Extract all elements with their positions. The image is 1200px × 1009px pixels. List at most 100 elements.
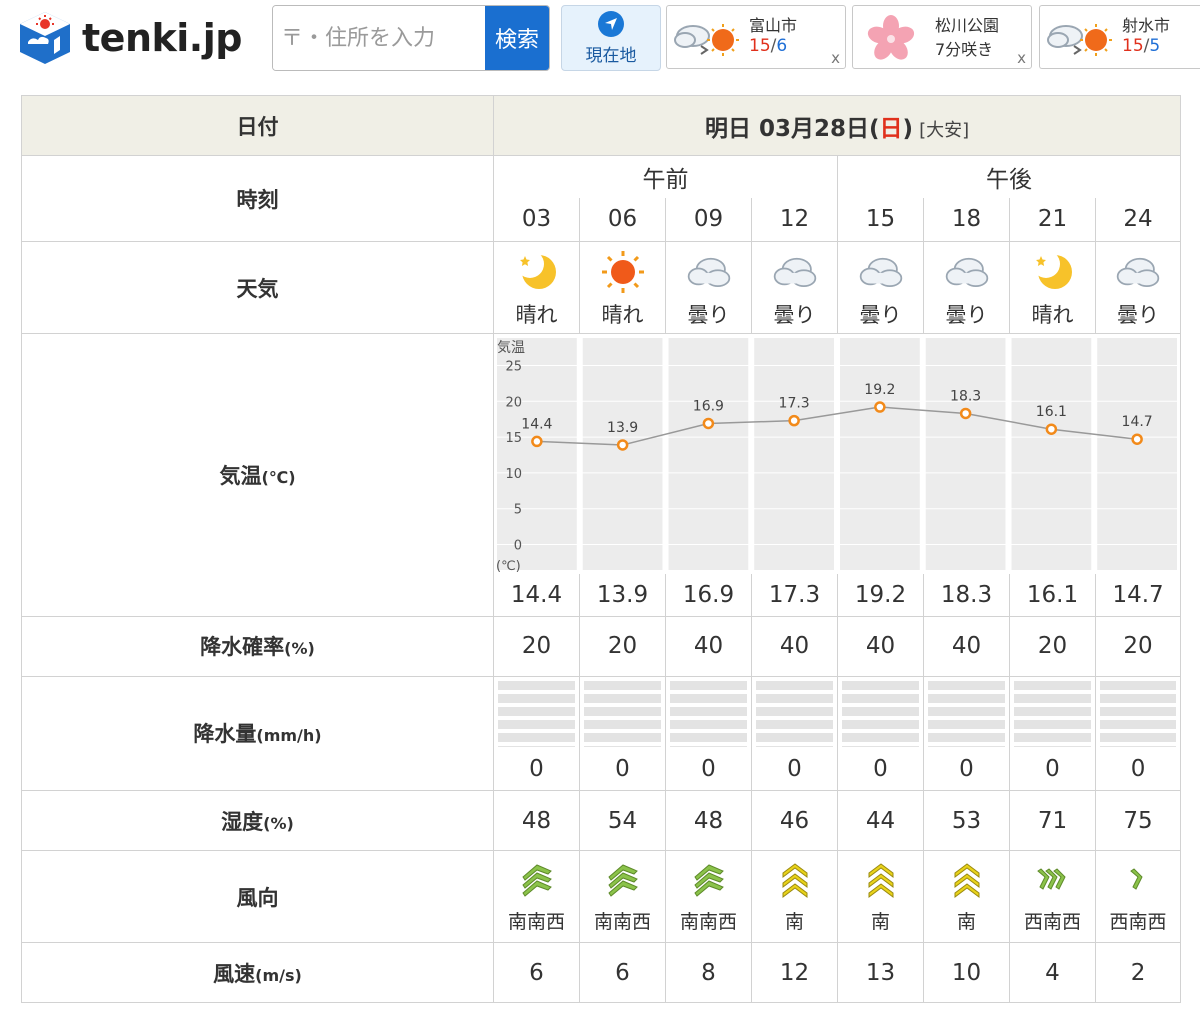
temp-value: 17.3 bbox=[751, 574, 838, 617]
hour-cell: 24 bbox=[1094, 197, 1182, 242]
wind-ssw-icon bbox=[607, 864, 638, 897]
site-logo[interactable]: tenki.jp bbox=[16, 10, 242, 66]
wind-dir-header: 風向 bbox=[21, 850, 494, 943]
temp-value: 16.1 bbox=[1009, 574, 1096, 617]
chart-y-tick-label: 10 bbox=[505, 467, 522, 482]
date-prefix: 明日 03月28日( bbox=[705, 115, 880, 142]
chart-column-bg bbox=[1097, 338, 1177, 570]
humidity-value: 71 bbox=[1009, 790, 1096, 851]
precip-prob-value: 20 bbox=[493, 615, 580, 677]
precip-amount-value: 0 bbox=[665, 748, 752, 791]
cloud-icon bbox=[945, 257, 988, 287]
hour-cell: 21 bbox=[1009, 197, 1096, 242]
precip-bar-cell bbox=[837, 675, 924, 749]
precip-amount-value: 0 bbox=[493, 748, 580, 791]
weather-cell: 晴れ bbox=[493, 241, 580, 334]
history-close-button[interactable]: x bbox=[1017, 49, 1026, 67]
chart-y-tick-label: 25 bbox=[505, 359, 522, 374]
precip-amount-unit: (mm/h) bbox=[256, 726, 322, 746]
humidity-value: 44 bbox=[837, 790, 924, 851]
precip-prob-row: 降水確率(%) 20 20 40 40 40 40 20 20 bbox=[21, 615, 1182, 677]
sun-icon bbox=[601, 250, 644, 293]
history-name: 射水市 bbox=[1122, 16, 1171, 35]
weather-text: 晴れ bbox=[601, 302, 644, 327]
chart-unit-label: (℃) bbox=[496, 559, 521, 574]
moon-icon bbox=[1031, 249, 1072, 289]
history-close-button[interactable]: x bbox=[831, 49, 840, 67]
precip-prob-label: 降水確率 bbox=[200, 635, 285, 659]
wind-speed-value: 10 bbox=[923, 942, 1010, 1003]
wind-dir-text: 南 bbox=[784, 911, 804, 933]
chart-data-point bbox=[702, 417, 715, 430]
hour-cell: 12 bbox=[751, 197, 838, 242]
humidity-header: 湿度(%) bbox=[21, 790, 494, 851]
wind-speed-value: 6 bbox=[579, 942, 666, 1003]
temperature-line-chart: 気温 25 20 15 10 5 0 (℃) 14.4 13.9 16.9 17.3 19.2 18.3 1… bbox=[494, 338, 1180, 574]
temp-header: 気温(℃) bbox=[21, 333, 494, 617]
wind-speed-value: 8 bbox=[665, 942, 752, 1003]
wind-s-icon bbox=[782, 863, 807, 898]
precip-prob-unit: (%) bbox=[284, 639, 315, 658]
history-card-toyama[interactable]: 富山市 15/6 x bbox=[666, 5, 846, 69]
weather-cell: 曇り bbox=[837, 241, 924, 334]
humidity-row: 湿度(%) 48 54 48 46 44 53 71 75 bbox=[21, 790, 1182, 851]
weather-text: 曇り bbox=[687, 302, 730, 327]
hour-cell: 03 bbox=[493, 197, 580, 242]
search-box: 検索 bbox=[272, 5, 550, 71]
precip-amount-value: 0 bbox=[837, 748, 924, 791]
humidity-value: 48 bbox=[493, 790, 580, 851]
precip-bar bbox=[670, 680, 747, 747]
wind-dir-text: 南南西 bbox=[507, 911, 565, 933]
chart-data-label: 19.2 bbox=[864, 382, 895, 398]
chart-column-bg bbox=[925, 338, 1006, 570]
wind-dir-cell: 南 bbox=[923, 850, 1010, 943]
wind-dir-text: 南南西 bbox=[679, 911, 737, 933]
current-location-button[interactable]: 現在地 bbox=[561, 5, 661, 71]
weather-cell: 曇り bbox=[1094, 241, 1182, 334]
history-card-matsukawa-park[interactable]: 松川公園 7分咲き x bbox=[852, 5, 1032, 69]
cloud-then-sun-icon bbox=[674, 24, 739, 56]
history-temp-high: 15 bbox=[1122, 36, 1144, 56]
wind-speed-row: 風速(m/s) 6 6 8 12 13 10 4 2 bbox=[21, 942, 1182, 1003]
precip-bar bbox=[584, 680, 661, 747]
precip-prob-header: 降水確率(%) bbox=[21, 615, 494, 677]
humidity-value: 75 bbox=[1094, 790, 1182, 851]
wind-dir-cell: 南南西 bbox=[665, 850, 752, 943]
chart-y-tick-label: 15 bbox=[505, 431, 522, 446]
chart-data-point bbox=[616, 439, 629, 451]
chart-data-label: 14.7 bbox=[1122, 414, 1153, 430]
cherry-blossom-icon bbox=[867, 15, 915, 60]
temp-label: 気温 bbox=[219, 463, 262, 488]
history-card-imizu[interactable]: 射水市 15/5 bbox=[1039, 5, 1200, 69]
wind-dir-text: 南 bbox=[956, 911, 976, 933]
temp-unit: (℃) bbox=[261, 467, 296, 487]
precip-graph-row: 降水量(mm/h) bbox=[21, 675, 1182, 791]
precip-amount-value: 0 bbox=[751, 748, 838, 791]
date-row: 日付 明日 03月28日(日) [大安] bbox=[21, 95, 1182, 156]
wind-dir-cell: 西南西 bbox=[1094, 850, 1182, 943]
precip-prob-value: 40 bbox=[751, 615, 838, 677]
precip-bar bbox=[1100, 680, 1177, 747]
precip-amount-value: 0 bbox=[1009, 748, 1096, 791]
search-button[interactable]: 検索 bbox=[485, 6, 549, 70]
cloud-then-sun-icon bbox=[1047, 24, 1112, 56]
wind-dir-cell: 南南西 bbox=[493, 850, 580, 943]
wind-speed-value: 13 bbox=[837, 942, 924, 1003]
temp-value: 13.9 bbox=[579, 574, 666, 617]
temp-value: 19.2 bbox=[837, 574, 924, 617]
precip-bar-cell bbox=[923, 675, 1010, 749]
date-rokuyo: [大安] bbox=[919, 119, 970, 141]
location-arrow-icon bbox=[598, 10, 624, 37]
address-search-input[interactable] bbox=[273, 6, 485, 70]
wind-speed-value: 4 bbox=[1009, 942, 1096, 1003]
chart-column-bg bbox=[1011, 338, 1092, 570]
precip-bar bbox=[498, 680, 575, 747]
wind-dir-text: 南南西 bbox=[593, 911, 651, 933]
precip-bar bbox=[842, 680, 919, 747]
history-name: 松川公園 bbox=[935, 16, 1000, 35]
cloud-icon bbox=[859, 257, 902, 287]
chart-data-point bbox=[531, 435, 543, 448]
chart-data-label: 13.9 bbox=[607, 420, 638, 436]
ampm-row: 時刻 午前 午後 bbox=[21, 155, 1182, 242]
cloud-icon bbox=[1116, 257, 1160, 287]
